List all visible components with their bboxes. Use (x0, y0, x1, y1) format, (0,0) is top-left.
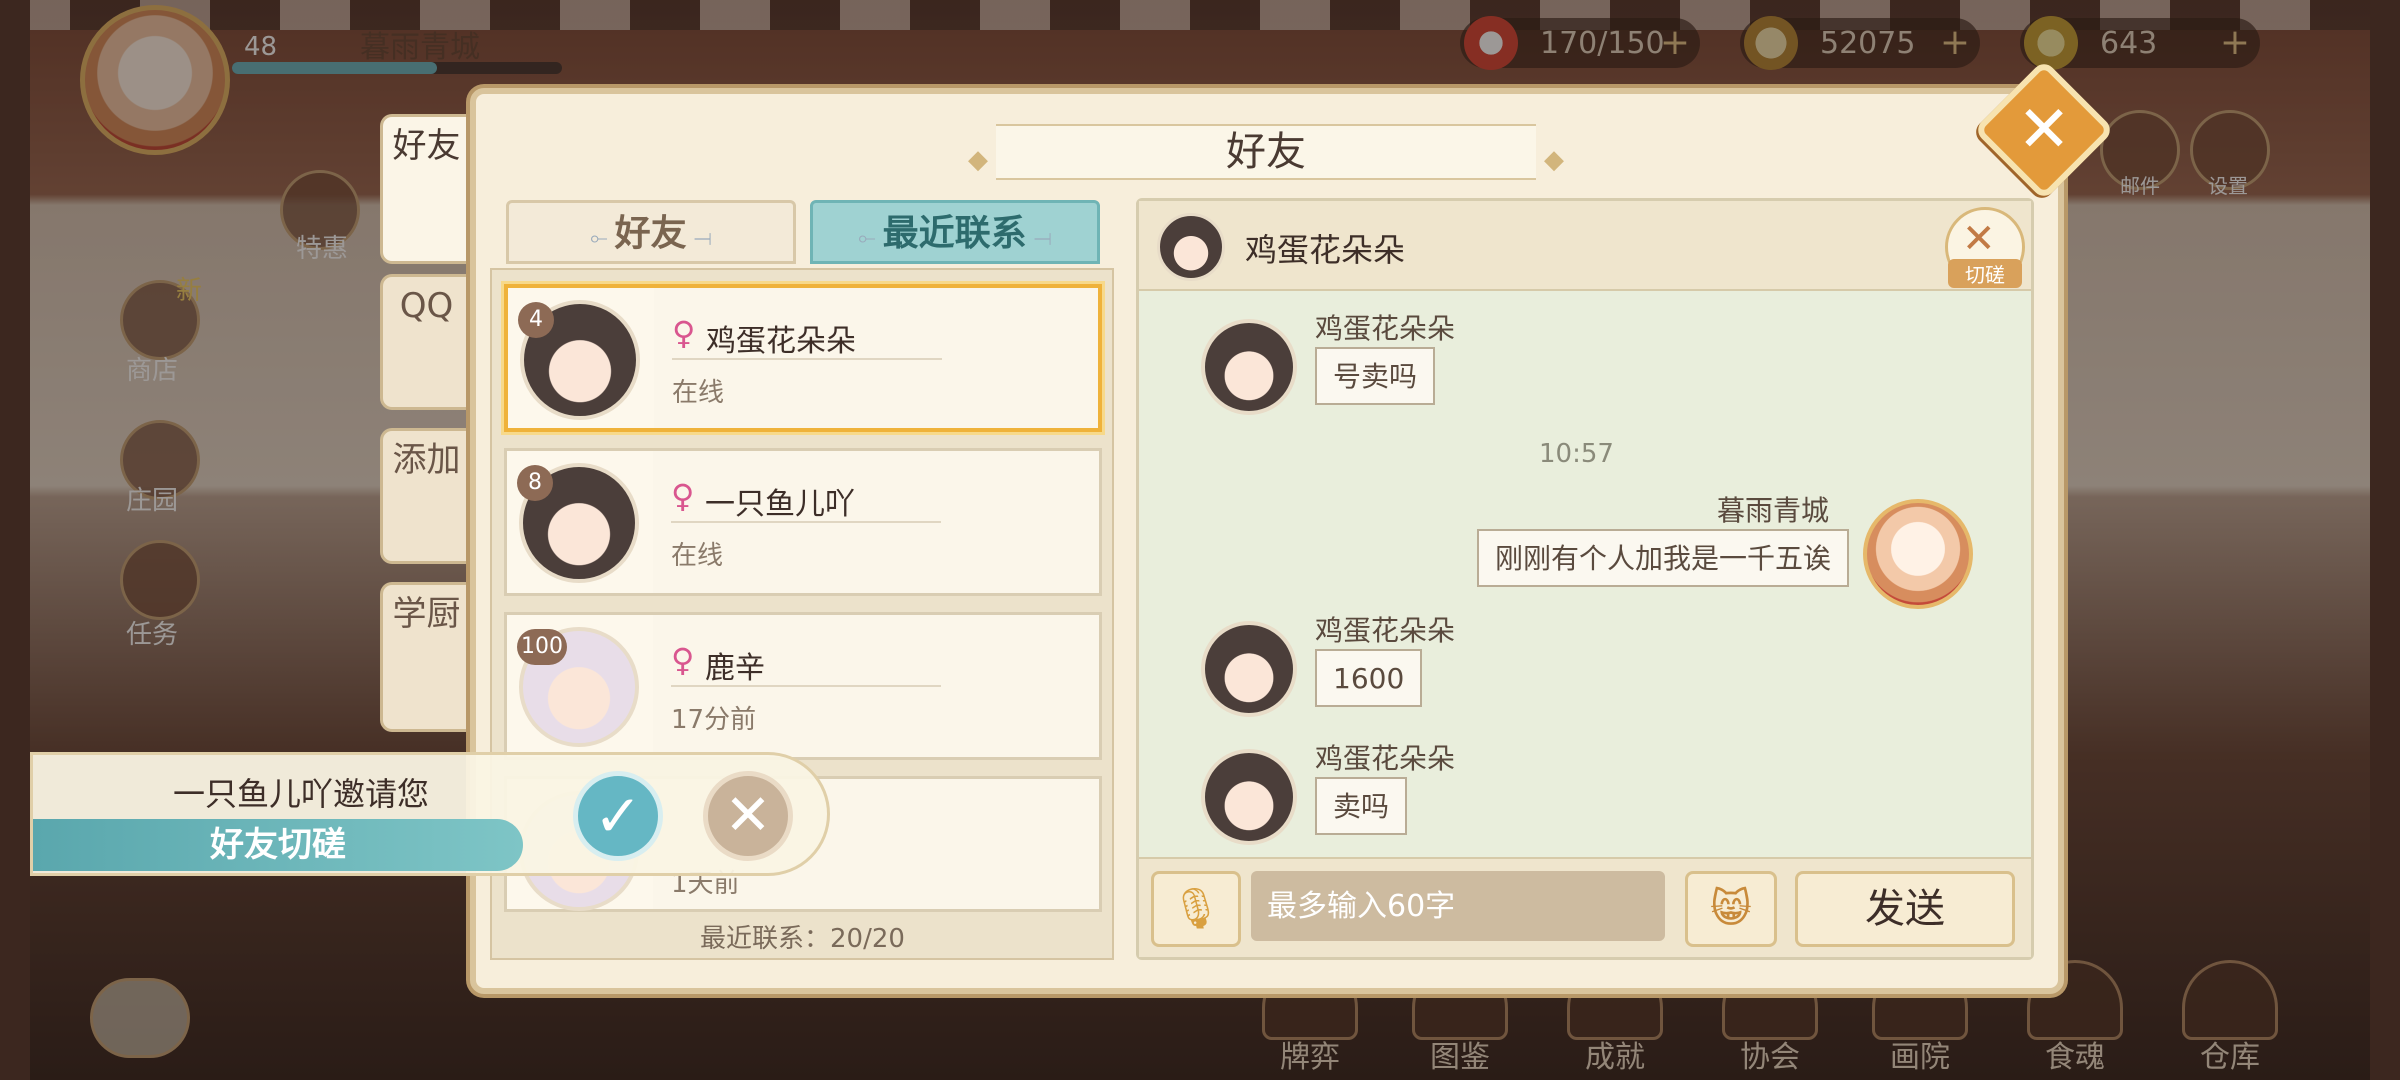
cat-face-icon: 😸 (1710, 886, 1752, 932)
friend-info: ♀ 一只鱼儿吖 在线 (653, 451, 1099, 593)
tab-recent-contacts[interactable]: ⟜ 最近联系 ⟞ (810, 200, 1100, 264)
close-icon: ✕ (724, 783, 772, 848)
voice-button[interactable]: 🎙 (1151, 871, 1241, 947)
tab-qq[interactable]: QQ (380, 274, 470, 410)
friend-level-badge: 100 (517, 629, 567, 665)
microphone-icon: 🎙 (1170, 886, 1222, 932)
chat-input-row: 🎙 😸 发送 (1139, 857, 2031, 957)
invite-text: 一只鱼儿吖邀请您 (173, 775, 430, 813)
emoji-button[interactable]: 😸 (1685, 871, 1777, 947)
message-sender: 鸡蛋花朵朵 (1315, 312, 1456, 345)
message-avatar (1201, 319, 1297, 415)
chat-window: 鸡蛋花朵朵 ✕ 切磋 鸡蛋花朵朵 号卖吗 10:57 暮雨青城 刚刚有个人加我是… (1136, 198, 2034, 960)
check-icon: ✓ (593, 782, 643, 850)
divider (671, 685, 941, 687)
female-icon: ♀ (671, 477, 695, 515)
crossed-utensils-icon: ✕ (1962, 216, 1996, 262)
female-icon: ♀ (672, 314, 696, 352)
recent-contacts-count: 最近联系：20/20 (700, 924, 905, 954)
accept-invite-button[interactable]: ✓ (573, 771, 663, 861)
female-icon: ♀ (671, 641, 695, 679)
tab-ornament-icon: ⟜ (590, 226, 615, 251)
friend-card[interactable]: 8 ♀ 一只鱼儿吖 在线 (504, 448, 1102, 596)
tab-friend-list-label: 好友 (614, 213, 687, 254)
chat-partner-avatar[interactable] (1157, 213, 1225, 281)
friend-status: 17分前 (671, 705, 757, 735)
tab-recent-contacts-label: 最近联系 (882, 213, 1027, 254)
chat-partner-name: 鸡蛋花朵朵 (1245, 231, 1406, 269)
friend-card[interactable]: 100 ♀ 鹿辛 17分前 (504, 612, 1102, 760)
send-button[interactable]: 发送 (1795, 871, 2015, 947)
close-icon: ✕ (2017, 93, 2071, 167)
chat-header: 鸡蛋花朵朵 ✕ 切磋 (1139, 201, 2031, 291)
friend-level-badge: 8 (517, 465, 553, 501)
tab-add[interactable]: 添加 (380, 428, 470, 564)
spar-invite-toast: 一只鱼儿吖邀请您 好友切磋 ✓ ✕ (30, 752, 830, 876)
friend-name: 鹿辛 (705, 651, 765, 686)
friend-info: ♀ 鹿辛 17分前 (653, 615, 1099, 757)
friend-status: 在线 (672, 378, 725, 408)
spar-button[interactable]: ✕ 切磋 (1945, 207, 2025, 288)
invite-type-banner: 好友切磋 (33, 819, 523, 871)
message-avatar (1201, 621, 1297, 717)
message-sender: 鸡蛋花朵朵 (1315, 742, 1456, 775)
message-avatar (1863, 499, 1973, 609)
message-sender: 暮雨青城 (1716, 494, 1829, 527)
friend-status: 在线 (671, 541, 724, 571)
friend-info: ♀ 鸡蛋花朵朵 在线 (654, 288, 1098, 428)
panel-title: 好友 (968, 124, 1564, 186)
decline-invite-button[interactable]: ✕ (703, 771, 793, 861)
message-bubble: 刚刚有个人加我是一千五诶 (1476, 529, 1849, 587)
message-bubble: 号卖吗 (1315, 347, 1436, 405)
friend-name: 一只鱼儿吖 (705, 487, 855, 522)
message-avatar (1201, 749, 1297, 845)
tab-friends[interactable]: 好友 (380, 114, 470, 264)
tab-friend-list[interactable]: ⟜ 好友 ⟞ (506, 200, 796, 264)
message-bubble: 1600 (1315, 649, 1423, 707)
tab-ornament-icon: ⟞ (686, 226, 712, 251)
divider (671, 521, 941, 523)
tab-ornament-icon: ⟜ (858, 226, 883, 251)
friend-card[interactable]: 4 ♀ 鸡蛋花朵朵 在线 (504, 284, 1102, 432)
message-timestamp: 10:57 (1539, 439, 1614, 469)
tab-learn-cooking[interactable]: 学厨 (380, 582, 470, 732)
friend-name: 鸡蛋花朵朵 (706, 324, 856, 359)
message-sender: 鸡蛋花朵朵 (1315, 614, 1456, 647)
spar-label: 切磋 (1948, 259, 2022, 288)
chat-input[interactable] (1251, 871, 1665, 941)
divider (672, 358, 942, 360)
friend-level-badge: 4 (518, 302, 554, 338)
tab-ornament-icon: ⟞ (1026, 226, 1052, 251)
message-bubble: 卖吗 (1315, 777, 1408, 835)
